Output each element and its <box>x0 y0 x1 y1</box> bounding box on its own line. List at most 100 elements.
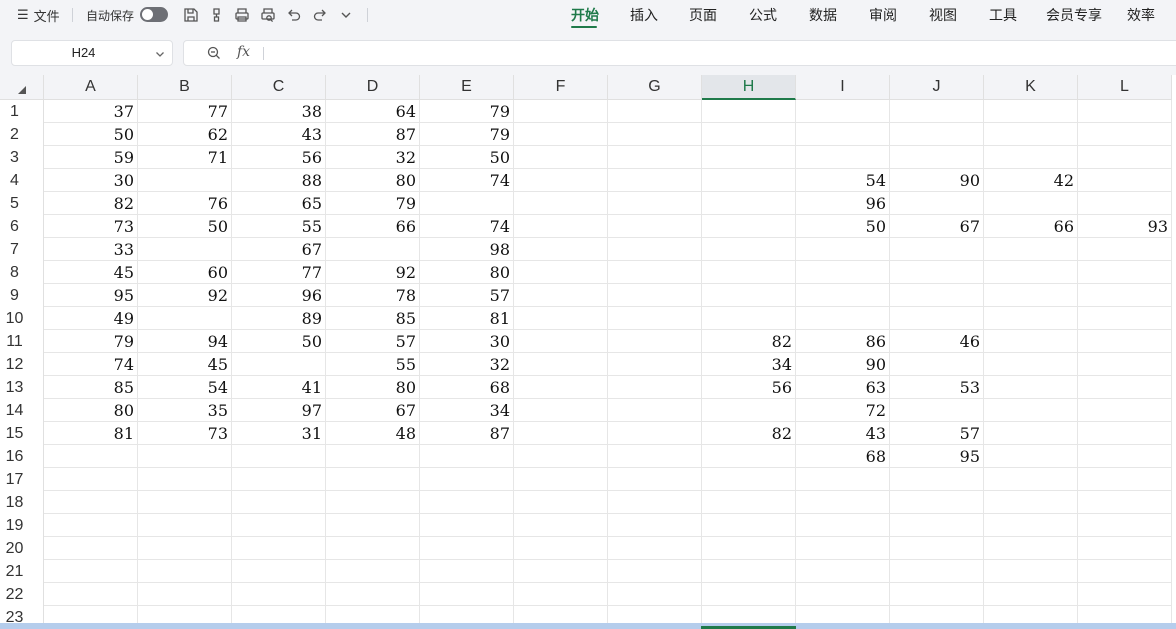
cell-e1[interactable]: 79 <box>420 100 514 123</box>
tab-member[interactable]: 会员专享 <box>1046 0 1102 30</box>
cell-j15[interactable]: 57 <box>890 422 984 445</box>
cell-a19[interactable] <box>44 514 138 537</box>
cell-e21[interactable] <box>420 560 514 583</box>
cell-a6[interactable]: 73 <box>44 215 138 238</box>
print-icon[interactable] <box>232 5 252 25</box>
cell-f20[interactable] <box>514 537 608 560</box>
cell-d14[interactable]: 67 <box>326 399 420 422</box>
cell-j20[interactable] <box>890 537 984 560</box>
cell-a11[interactable]: 79 <box>44 330 138 353</box>
cell-f13[interactable] <box>514 376 608 399</box>
cell-e14[interactable]: 34 <box>420 399 514 422</box>
cell-h14[interactable] <box>702 399 796 422</box>
row-header[interactable]: 7 <box>0 238 44 261</box>
cell-d4[interactable]: 80 <box>326 169 420 192</box>
horizontal-scrollbar[interactable] <box>0 623 1176 629</box>
cell-h10[interactable] <box>702 307 796 330</box>
tab-review[interactable]: 审阅 <box>869 0 897 30</box>
cell-d9[interactable]: 78 <box>326 284 420 307</box>
cell-d22[interactable] <box>326 583 420 606</box>
cell-i6[interactable]: 50 <box>796 215 890 238</box>
cell-i14[interactable]: 72 <box>796 399 890 422</box>
cell-h21[interactable] <box>702 560 796 583</box>
row-header[interactable]: 10 <box>0 307 44 330</box>
cell-b18[interactable] <box>138 491 232 514</box>
cell-c19[interactable] <box>232 514 326 537</box>
cell-c15[interactable]: 31 <box>232 422 326 445</box>
cell-a12[interactable]: 74 <box>44 353 138 376</box>
cell-c12[interactable] <box>232 353 326 376</box>
print-preview-icon[interactable] <box>258 5 278 25</box>
cell-b21[interactable] <box>138 560 232 583</box>
cell-b1[interactable]: 77 <box>138 100 232 123</box>
cell-k18[interactable] <box>984 491 1078 514</box>
cell-b12[interactable]: 45 <box>138 353 232 376</box>
cell-l4[interactable] <box>1078 169 1172 192</box>
cell-l13[interactable] <box>1078 376 1172 399</box>
cell-d20[interactable] <box>326 537 420 560</box>
cell-j13[interactable]: 53 <box>890 376 984 399</box>
cell-h11[interactable]: 82 <box>702 330 796 353</box>
cell-e4[interactable]: 74 <box>420 169 514 192</box>
cell-d10[interactable]: 85 <box>326 307 420 330</box>
cell-g16[interactable] <box>608 445 702 468</box>
cell-h22[interactable] <box>702 583 796 606</box>
row-header[interactable]: 11 <box>0 330 44 353</box>
tab-page[interactable]: 页面 <box>689 0 717 30</box>
cell-b5[interactable]: 76 <box>138 192 232 215</box>
cell-g12[interactable] <box>608 353 702 376</box>
cell-b10[interactable] <box>138 307 232 330</box>
cell-d11[interactable]: 57 <box>326 330 420 353</box>
column-header-j[interactable]: J <box>890 75 984 100</box>
cell-k4[interactable]: 42 <box>984 169 1078 192</box>
cell-g19[interactable] <box>608 514 702 537</box>
cell-k16[interactable] <box>984 445 1078 468</box>
cell-d15[interactable]: 48 <box>326 422 420 445</box>
cell-i15[interactable]: 43 <box>796 422 890 445</box>
cell-k20[interactable] <box>984 537 1078 560</box>
cell-j4[interactable]: 90 <box>890 169 984 192</box>
cell-b20[interactable] <box>138 537 232 560</box>
tab-view[interactable]: 视图 <box>929 0 957 30</box>
row-header[interactable]: 14 <box>0 399 44 422</box>
cell-g17[interactable] <box>608 468 702 491</box>
cell-g1[interactable] <box>608 100 702 123</box>
cell-c2[interactable]: 43 <box>232 123 326 146</box>
cell-k5[interactable] <box>984 192 1078 215</box>
cell-c4[interactable]: 88 <box>232 169 326 192</box>
cell-f4[interactable] <box>514 169 608 192</box>
cell-g13[interactable] <box>608 376 702 399</box>
row-header[interactable]: 15 <box>0 422 44 445</box>
cell-l20[interactable] <box>1078 537 1172 560</box>
cell-k10[interactable] <box>984 307 1078 330</box>
cell-l18[interactable] <box>1078 491 1172 514</box>
cell-i2[interactable] <box>796 123 890 146</box>
cell-j21[interactable] <box>890 560 984 583</box>
cell-h8[interactable] <box>702 261 796 284</box>
tab-efficiency[interactable]: 效率 <box>1127 0 1155 30</box>
cell-f15[interactable] <box>514 422 608 445</box>
cell-i9[interactable] <box>796 284 890 307</box>
cell-c14[interactable]: 97 <box>232 399 326 422</box>
fx-icon[interactable]: fx <box>237 44 250 60</box>
cell-d18[interactable] <box>326 491 420 514</box>
cell-i17[interactable] <box>796 468 890 491</box>
cell-f22[interactable] <box>514 583 608 606</box>
cell-f17[interactable] <box>514 468 608 491</box>
cell-l3[interactable] <box>1078 146 1172 169</box>
cell-d16[interactable] <box>326 445 420 468</box>
cell-d3[interactable]: 32 <box>326 146 420 169</box>
cell-d1[interactable]: 64 <box>326 100 420 123</box>
cell-l22[interactable] <box>1078 583 1172 606</box>
cell-i8[interactable] <box>796 261 890 284</box>
cell-b14[interactable]: 35 <box>138 399 232 422</box>
redo-icon[interactable] <box>310 5 330 25</box>
cell-e8[interactable]: 80 <box>420 261 514 284</box>
cell-l17[interactable] <box>1078 468 1172 491</box>
cell-h15[interactable]: 82 <box>702 422 796 445</box>
cell-h3[interactable] <box>702 146 796 169</box>
cell-b4[interactable] <box>138 169 232 192</box>
cell-h18[interactable] <box>702 491 796 514</box>
cell-i7[interactable] <box>796 238 890 261</box>
cell-k22[interactable] <box>984 583 1078 606</box>
